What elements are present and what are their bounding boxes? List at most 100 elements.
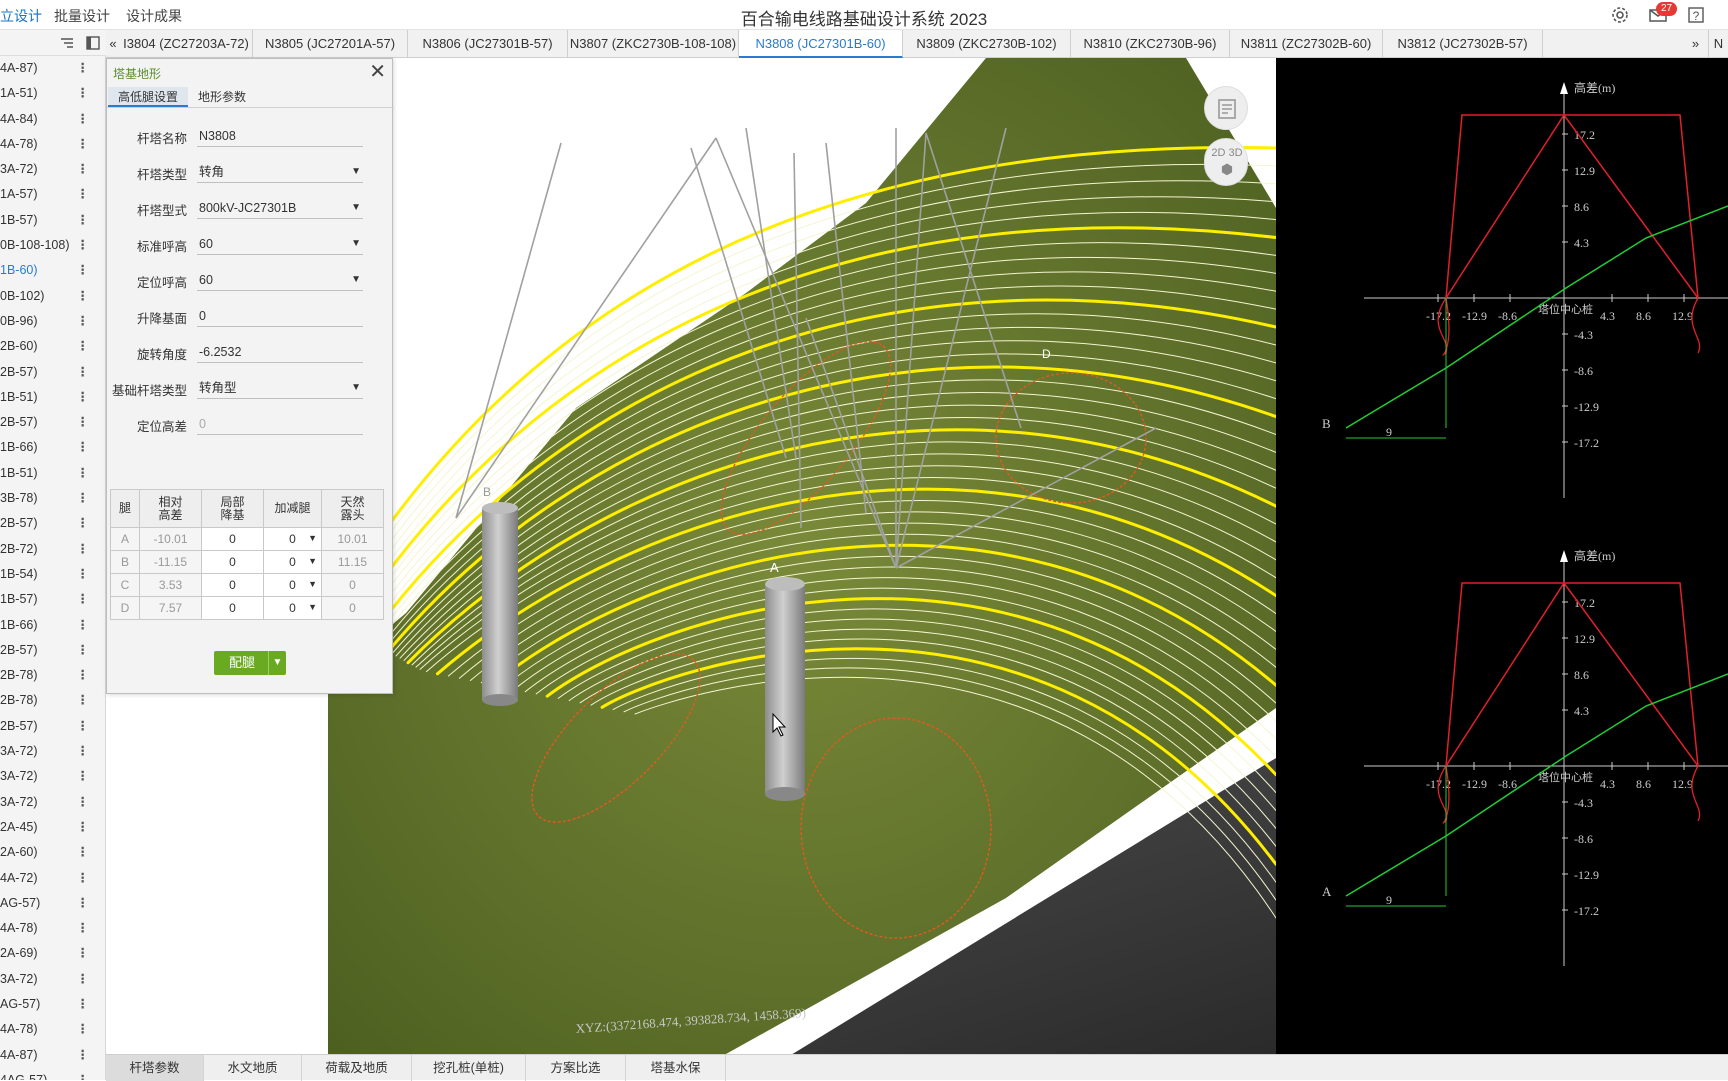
tower-list-item[interactable]: 1B-51) ⋮ xyxy=(0,461,105,486)
tower-list-item[interactable]: 1B-57) ⋮ xyxy=(0,587,105,612)
more-icon[interactable]: ⋮ xyxy=(77,992,90,1017)
tower-list-item[interactable]: 3A-72) ⋮ xyxy=(0,967,105,992)
tower-tab[interactable]: N3810 (ZKC2730B-96) xyxy=(1071,30,1230,58)
tower-list-item[interactable]: 2A-45) ⋮ xyxy=(0,815,105,840)
more-icon[interactable]: ⋮ xyxy=(77,182,90,207)
tower-list-item[interactable]: 1B-60) ⋮ xyxy=(0,258,105,283)
more-icon[interactable]: ⋮ xyxy=(77,107,90,132)
tower-list-item[interactable]: 2B-57) ⋮ xyxy=(0,714,105,739)
field-input[interactable]: 60 ▼ xyxy=(197,233,363,255)
more-icon[interactable]: ⋮ xyxy=(77,638,90,663)
tower-list-item[interactable]: 3A-72) ⋮ xyxy=(0,739,105,764)
more-icon[interactable]: ⋮ xyxy=(77,56,90,81)
foundation-leg-a[interactable] xyxy=(765,577,805,801)
tower-list-item[interactable]: 2B-57) ⋮ xyxy=(0,410,105,435)
tower-tab-overflow[interactable]: N xyxy=(1709,30,1728,58)
field-input[interactable]: -6.2532 xyxy=(197,341,363,363)
tower-list-item[interactable]: 2B-72) ⋮ xyxy=(0,537,105,562)
more-icon[interactable]: ⋮ xyxy=(77,891,90,916)
tabs-more-button[interactable]: » xyxy=(1683,30,1709,58)
tabs-prev-button[interactable]: « xyxy=(106,30,120,58)
field-input[interactable]: N3808 xyxy=(197,125,363,147)
tower-list-item[interactable]: 4A-87) ⋮ xyxy=(0,56,105,81)
more-icon[interactable]: ⋮ xyxy=(77,157,90,182)
leg-adjust-cell[interactable]: 0 ▼ xyxy=(263,573,322,597)
tower-list-item[interactable]: 4A-87) ⋮ xyxy=(0,1043,105,1068)
tower-list-item[interactable]: 0B-102) ⋮ xyxy=(0,284,105,309)
more-icon[interactable]: ⋮ xyxy=(77,764,90,789)
cad-section-view[interactable]: 高差(m) 17.2 12.9 8.6 4.3 -4.3 -8.6 -12.9 -17.2 -17… xyxy=(1276,58,1728,1054)
tower-list-item[interactable]: 1A-57) ⋮ xyxy=(0,182,105,207)
tower-list-item[interactable]: 1B-66) ⋮ xyxy=(0,613,105,638)
more-icon[interactable]: ⋮ xyxy=(77,410,90,435)
more-icon[interactable]: ⋮ xyxy=(77,790,90,815)
more-icon[interactable]: ⋮ xyxy=(77,1068,90,1080)
menu-design-results[interactable]: 设计成果 xyxy=(126,6,182,26)
tower-list-item[interactable]: 0B-96) ⋮ xyxy=(0,309,105,334)
config-legs-button[interactable]: 配腿 ▼ xyxy=(214,651,286,675)
more-icon[interactable]: ⋮ xyxy=(77,967,90,992)
more-icon[interactable]: ⋮ xyxy=(77,663,90,688)
tower-list-item[interactable]: 3A-72) ⋮ xyxy=(0,764,105,789)
tower-tab[interactable]: N3807 (ZKC2730B-108-108) xyxy=(568,30,739,58)
tower-tab[interactable]: N3809 (ZKC2730B-102) xyxy=(903,30,1071,58)
bottom-tab[interactable]: 挖孔桩(单桩) xyxy=(412,1055,526,1081)
tower-tab[interactable]: N3812 (JC27302B-57) xyxy=(1383,30,1543,58)
more-icon[interactable]: ⋮ xyxy=(77,132,90,157)
tower-list-item[interactable]: 4A-78) ⋮ xyxy=(0,132,105,157)
more-icon[interactable]: ⋮ xyxy=(77,258,90,283)
field-input[interactable]: 转角 ▼ xyxy=(197,161,363,183)
tower-list-item[interactable]: 1B-57) ⋮ xyxy=(0,208,105,233)
more-icon[interactable]: ⋮ xyxy=(77,1017,90,1042)
more-icon[interactable]: ⋮ xyxy=(77,486,90,511)
bottom-tab[interactable]: 水文地质 xyxy=(204,1055,302,1081)
tower-list-item[interactable]: 4A-78) ⋮ xyxy=(0,1017,105,1042)
more-icon[interactable]: ⋮ xyxy=(77,562,90,587)
tower-tab[interactable]: N3808 (JC27301B-60) xyxy=(739,30,903,58)
more-icon[interactable]: ⋮ xyxy=(77,233,90,258)
more-icon[interactable]: ⋮ xyxy=(77,435,90,460)
tower-list-item[interactable]: 2B-57) ⋮ xyxy=(0,360,105,385)
tower-list-item[interactable]: 2B-78) ⋮ xyxy=(0,688,105,713)
local-lowering-cell[interactable]: 0 xyxy=(201,550,264,574)
gear-icon[interactable] xyxy=(1610,5,1630,25)
foundation-leg-b[interactable] xyxy=(482,502,518,706)
more-icon[interactable]: ⋮ xyxy=(77,208,90,233)
tab-high-low-legs[interactable]: 高低腿设置 xyxy=(108,87,189,107)
panel-toggle-icon[interactable] xyxy=(86,36,100,50)
tower-list-item[interactable]: 2B-78) ⋮ xyxy=(0,663,105,688)
more-icon[interactable]: ⋮ xyxy=(77,461,90,486)
leg-adjust-cell[interactable]: 0 ▼ xyxy=(263,527,322,551)
tower-list-item[interactable]: 4AG-57) ⋮ xyxy=(0,1068,105,1080)
bottom-tab[interactable]: 杆塔参数 xyxy=(106,1055,204,1081)
tower-list-item[interactable]: 3B-78) ⋮ xyxy=(0,486,105,511)
more-icon[interactable]: ⋮ xyxy=(77,815,90,840)
leg-adjust-cell[interactable]: 0 ▼ xyxy=(263,550,322,574)
tab-terrain-params[interactable]: 地形参数 xyxy=(188,87,256,107)
more-icon[interactable]: ⋮ xyxy=(77,81,90,106)
field-input[interactable]: 800kV-JC27301B ▼ xyxy=(197,197,363,219)
more-icon[interactable]: ⋮ xyxy=(77,284,90,309)
field-input[interactable]: 转角型 ▼ xyxy=(197,377,363,399)
tower-list-item[interactable]: 2B-57) ⋮ xyxy=(0,638,105,663)
tower-list-item[interactable]: AG-57) ⋮ xyxy=(0,992,105,1017)
help-icon[interactable]: ? xyxy=(1686,5,1706,25)
tower-list-item[interactable]: 4A-84) ⋮ xyxy=(0,107,105,132)
tower-tab[interactable]: N3806 (JC27301B-57) xyxy=(408,30,568,58)
tower-list-item[interactable]: 4A-72) ⋮ xyxy=(0,866,105,891)
bottom-tab[interactable]: 塔基水保 xyxy=(626,1055,726,1081)
tower-list-item[interactable]: 1B-54) ⋮ xyxy=(0,562,105,587)
field-input[interactable]: 60 ▼ xyxy=(197,269,363,291)
tower-list-item[interactable]: 2B-57) ⋮ xyxy=(0,511,105,536)
close-icon[interactable]: ✕ xyxy=(369,61,386,83)
tower-list-item[interactable]: 2A-60) ⋮ xyxy=(0,840,105,865)
more-icon[interactable]: ⋮ xyxy=(77,309,90,334)
tower-list-item[interactable]: 1A-51) ⋮ xyxy=(0,81,105,106)
more-icon[interactable]: ⋮ xyxy=(77,1043,90,1068)
tower-tab[interactable]: N3805 (JC27201A-57) xyxy=(253,30,408,58)
dropdown-arrow-icon[interactable]: ▼ xyxy=(351,233,361,255)
more-icon[interactable]: ⋮ xyxy=(77,840,90,865)
bottom-tab[interactable]: 方案比选 xyxy=(526,1055,626,1081)
more-icon[interactable]: ⋮ xyxy=(77,941,90,966)
more-icon[interactable]: ⋮ xyxy=(77,613,90,638)
